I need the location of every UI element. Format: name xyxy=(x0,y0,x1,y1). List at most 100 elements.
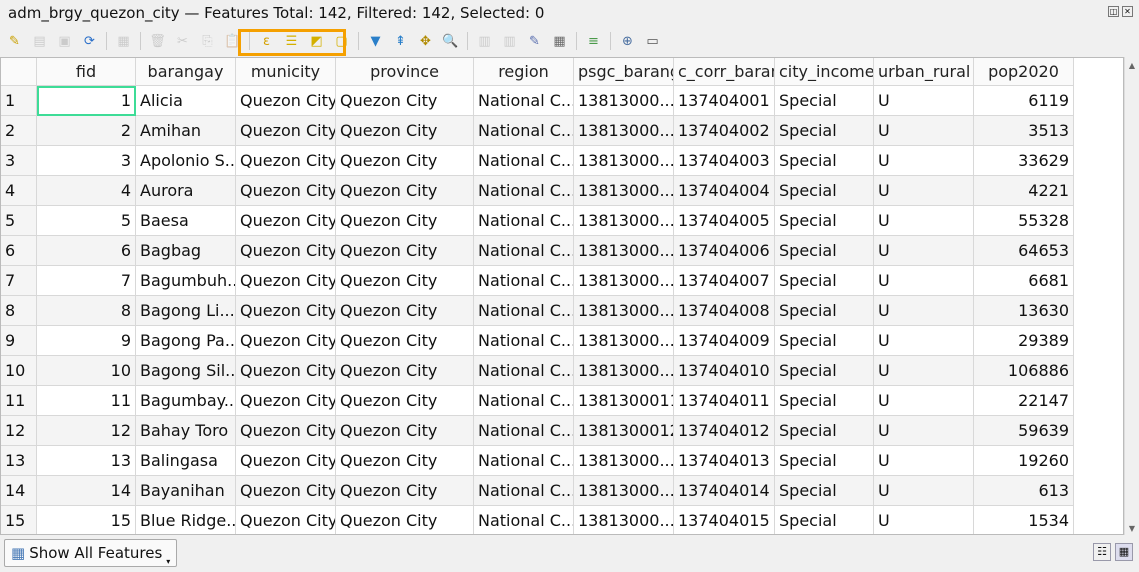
cell-fid[interactable]: 5 xyxy=(37,206,136,236)
cell-region[interactable]: National C... xyxy=(474,116,574,146)
cell-region[interactable]: National C... xyxy=(474,236,574,266)
cell-c_corr_baran[interactable]: 137404004 xyxy=(674,176,775,206)
delete-button[interactable]: 🗑 xyxy=(147,31,168,52)
cell-municity[interactable]: Quezon City xyxy=(236,206,336,236)
cell-fid[interactable]: 8 xyxy=(37,296,136,326)
cell-c_corr_baran[interactable]: 137404001 xyxy=(674,86,775,116)
cell-barangay[interactable]: Bagumbay... xyxy=(136,386,236,416)
cell-fid[interactable]: 3 xyxy=(37,146,136,176)
cell-region[interactable]: National C... xyxy=(474,416,574,446)
cell-fid[interactable]: 4 xyxy=(37,176,136,206)
row-number[interactable]: 12 xyxy=(1,416,37,446)
add-feature-button[interactable]: ▦ xyxy=(113,31,134,52)
cell-municity[interactable]: Quezon City xyxy=(236,266,336,296)
vertical-scrollbar[interactable]: ▲ ▼ xyxy=(1124,57,1139,535)
cell-region[interactable]: National C... xyxy=(474,356,574,386)
cell-fid[interactable]: 15 xyxy=(37,506,136,534)
cell-province[interactable]: Quezon City xyxy=(336,356,474,386)
save-button[interactable]: ▣ xyxy=(54,31,75,52)
cell-region[interactable]: National C... xyxy=(474,446,574,476)
cell-urban_rural[interactable]: U xyxy=(874,116,974,146)
cell-city_income_[interactable]: Special xyxy=(775,386,874,416)
cell-barangay[interactable]: Amihan xyxy=(136,116,236,146)
column-header-municity[interactable]: municity xyxy=(236,58,336,86)
cell-barangay[interactable]: Bahay Toro xyxy=(136,416,236,446)
cell-barangay[interactable]: Blue Ridge... xyxy=(136,506,236,534)
reload-button[interactable]: ⟳ xyxy=(79,31,100,52)
cell-city_income_[interactable]: Special xyxy=(775,416,874,446)
table-row[interactable]: 14 14 Bayanihan Quezon City Quezon City Natio… xyxy=(1,476,1123,506)
corner-cell[interactable] xyxy=(1,58,37,86)
cell-urban_rural[interactable]: U xyxy=(874,476,974,506)
cell-barangay[interactable]: Baesa xyxy=(136,206,236,236)
copy-button[interactable]: ⎘ xyxy=(197,31,218,52)
cell-fid[interactable]: 1 xyxy=(37,86,136,116)
table-row[interactable]: 10 10 Bagong Sil... Quezon City Quezon City N… xyxy=(1,356,1123,386)
cell-psgc_baranga[interactable]: 13813000... xyxy=(574,356,674,386)
show-features-dropdown[interactable]: ▦ Show All Features ▾ xyxy=(4,539,178,567)
cell-province[interactable]: Quezon City xyxy=(336,236,474,266)
row-number[interactable]: 13 xyxy=(1,446,37,476)
cell-city_income_[interactable]: Special xyxy=(775,116,874,146)
cell-municity[interactable]: Quezon City xyxy=(236,476,336,506)
column-header-psgc_baranga[interactable]: psgc_baranga xyxy=(574,58,674,86)
multi-edit-button[interactable]: ▤ xyxy=(29,31,50,52)
cell-fid[interactable]: 10 xyxy=(37,356,136,386)
cell-city_income_[interactable]: Special xyxy=(775,176,874,206)
cell-psgc_baranga[interactable]: 13813000... xyxy=(574,326,674,356)
cell-municity[interactable]: Quezon City xyxy=(236,356,336,386)
cell-province[interactable]: Quezon City xyxy=(336,326,474,356)
cell-province[interactable]: Quezon City xyxy=(336,416,474,446)
cell-c_corr_baran[interactable]: 137404010 xyxy=(674,356,775,386)
cell-municity[interactable]: Quezon City xyxy=(236,236,336,266)
cell-city_income_[interactable]: Special xyxy=(775,446,874,476)
row-number[interactable]: 15 xyxy=(1,506,37,534)
cell-urban_rural[interactable]: U xyxy=(874,386,974,416)
cell-pop2020[interactable]: 613 xyxy=(974,476,1074,506)
cell-region[interactable]: National C... xyxy=(474,146,574,176)
table-row[interactable]: 6 6 Bagbag Quezon City Quezon City National C… xyxy=(1,236,1123,266)
cell-municity[interactable]: Quezon City xyxy=(236,86,336,116)
cell-barangay[interactable]: Alicia xyxy=(136,86,236,116)
cell-c_corr_baran[interactable]: 137404007 xyxy=(674,266,775,296)
cell-province[interactable]: Quezon City xyxy=(336,176,474,206)
cell-municity[interactable]: Quezon City xyxy=(236,386,336,416)
cell-c_corr_baran[interactable]: 137404006 xyxy=(674,236,775,266)
cell-province[interactable]: Quezon City xyxy=(336,146,474,176)
cell-province[interactable]: Quezon City xyxy=(336,206,474,236)
cell-pop2020[interactable]: 106886 xyxy=(974,356,1074,386)
field-calculator-button[interactable]: ✎ xyxy=(524,31,545,52)
table-row[interactable]: 8 8 Bagong Li... Quezon City Quezon City Nati… xyxy=(1,296,1123,326)
cell-province[interactable]: Quezon City xyxy=(336,296,474,326)
cell-barangay[interactable]: Balingasa xyxy=(136,446,236,476)
cell-psgc_baranga[interactable]: 13813000... xyxy=(574,176,674,206)
cell-psgc_baranga[interactable]: 13813000... xyxy=(574,236,674,266)
cell-pop2020[interactable]: 59639 xyxy=(974,416,1074,446)
cell-province[interactable]: Quezon City xyxy=(336,386,474,416)
column-header-region[interactable]: region xyxy=(474,58,574,86)
cell-region[interactable]: National C... xyxy=(474,206,574,236)
table-row[interactable]: 12 12 Bahay Toro Quezon City Quezon City Nati… xyxy=(1,416,1123,446)
close-icon[interactable]: ✕ xyxy=(1122,6,1133,17)
cell-fid[interactable]: 12 xyxy=(37,416,136,446)
cell-pop2020[interactable]: 4221 xyxy=(974,176,1074,206)
cell-province[interactable]: Quezon City xyxy=(336,116,474,146)
row-number[interactable]: 10 xyxy=(1,356,37,386)
row-number[interactable]: 14 xyxy=(1,476,37,506)
zoom-to-selection-button[interactable]: 🔍 xyxy=(440,31,461,52)
cell-barangay[interactable]: Bagong Pa... xyxy=(136,326,236,356)
cell-fid[interactable]: 14 xyxy=(37,476,136,506)
cell-municity[interactable]: Quezon City xyxy=(236,506,336,534)
cell-region[interactable]: National C... xyxy=(474,386,574,416)
filter-button[interactable]: ▼ xyxy=(365,31,386,52)
cell-barangay[interactable]: Bayanihan xyxy=(136,476,236,506)
row-number[interactable]: 9 xyxy=(1,326,37,356)
cell-province[interactable]: Quezon City xyxy=(336,506,474,534)
column-header-barangay[interactable]: barangay xyxy=(136,58,236,86)
cell-pop2020[interactable]: 6119 xyxy=(974,86,1074,116)
cell-pop2020[interactable]: 29389 xyxy=(974,326,1074,356)
cell-urban_rural[interactable]: U xyxy=(874,296,974,326)
cell-municity[interactable]: Quezon City xyxy=(236,146,336,176)
cell-city_income_[interactable]: Special xyxy=(775,326,874,356)
cell-city_income_[interactable]: Special xyxy=(775,356,874,386)
